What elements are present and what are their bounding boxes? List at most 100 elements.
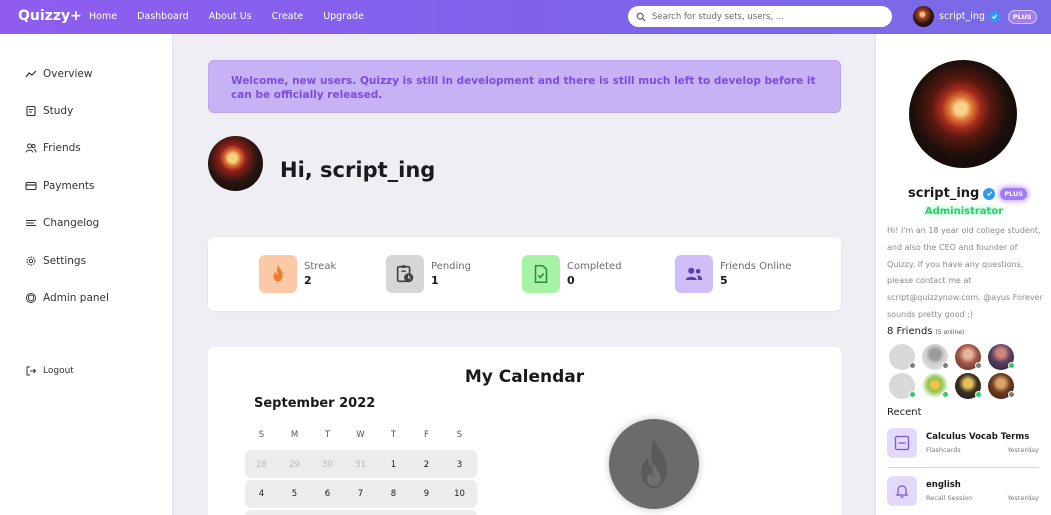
stats-card: Streak 2 Pending 1 Completed 0 Friends Onli… (208, 237, 841, 311)
bell-icon (887, 476, 917, 506)
weekday-label: W (356, 430, 365, 440)
calendar-day[interactable]: 4 (245, 489, 278, 499)
stat-completed: Completed 0 (522, 255, 622, 293)
profile-username: script_ing (908, 186, 980, 201)
stat-friends-online: Friends Online 5 (675, 255, 791, 293)
sidebar-item-overview[interactable]: Overview (25, 68, 92, 80)
divider (887, 467, 1039, 468)
stat-label: Completed (567, 261, 622, 272)
top-navbar: Quizzy+ Home Dashboard About Us Create U… (0, 0, 1051, 34)
nav-home[interactable]: Home (89, 11, 117, 22)
nav-dashboard[interactable]: Dashboard (137, 11, 189, 22)
calendar-week-row (245, 510, 477, 515)
calendar-day[interactable]: 29 (278, 460, 311, 470)
users-icon (675, 255, 713, 293)
stat-pending: Pending 1 (386, 255, 471, 293)
sidebar-item-label: Payments (43, 180, 95, 192)
calendar-day[interactable]: 31 (344, 460, 377, 470)
role-label: Administrator (924, 206, 1004, 217)
stat-value: 1 (431, 274, 439, 287)
status-dot (975, 362, 982, 369)
calendar-day[interactable]: 10 (443, 489, 476, 499)
user-menu[interactable]: script_ing PLUS (913, 6, 1037, 27)
avatar[interactable] (909, 60, 1017, 168)
logout-label: Logout (43, 366, 74, 376)
calendar-day[interactable]: 28 (245, 460, 278, 470)
calendar-card: My Calendar September 2022 S M T W T F S… (208, 347, 841, 515)
recent-item[interactable]: english Recall Session Yesterday (887, 476, 1039, 508)
avatar[interactable] (913, 6, 934, 27)
sidebar-item-label: Changelog (43, 217, 100, 229)
stat-value: 5 (720, 274, 728, 287)
greeting-title: Hi, script_ing (280, 158, 436, 182)
calendar-day[interactable]: 1 (377, 460, 410, 470)
main-nav: Home Dashboard About Us Create Upgrade (89, 11, 384, 22)
status-dot (909, 391, 916, 398)
status-dot (1008, 391, 1015, 398)
calendar-day[interactable]: 30 (311, 460, 344, 470)
file-check-icon (522, 255, 560, 293)
sidebar-item-admin-panel[interactable]: Admin panel (25, 292, 109, 304)
welcome-banner: Welcome, new users. Quizzy is still in d… (208, 60, 841, 113)
profile-bio: Hi! I'm an 18 year old college student, … (887, 226, 1043, 319)
trend-icon (25, 70, 37, 78)
sidebar-item-settings[interactable]: Settings (25, 255, 86, 267)
calendar-day[interactable]: 9 (410, 489, 443, 499)
calendar-day[interactable]: 8 (377, 489, 410, 499)
brand-logo[interactable]: Quizzy+ (18, 8, 82, 24)
calendar-day[interactable]: 3 (443, 460, 476, 470)
friends-count: 8 Friends (887, 326, 933, 337)
calendar-day[interactable]: 6 (311, 489, 344, 499)
search-bar[interactable] (628, 6, 892, 27)
sidebar-item-label: Overview (43, 68, 93, 80)
recent-heading: Recent (887, 407, 922, 418)
sidebar-item-label: Admin panel (43, 292, 109, 304)
status-dot (942, 362, 949, 369)
recent-type: Recall Session (926, 494, 973, 502)
verified-icon (983, 187, 996, 200)
users-icon (25, 143, 37, 153)
avatar (208, 136, 263, 191)
recent-date: Yesterday (1007, 494, 1039, 502)
flame-icon (641, 438, 667, 488)
calendar-month: September 2022 (254, 396, 376, 411)
stat-label: Streak (304, 261, 337, 272)
stat-value: 2 (304, 274, 312, 287)
logout-button[interactable]: Logout (25, 365, 74, 377)
search-input[interactable] (652, 11, 872, 22)
username[interactable]: script_ing (939, 11, 985, 22)
weekday-label: M (290, 430, 299, 440)
logout-icon (26, 366, 37, 376)
sidebar-item-label: Settings (43, 255, 87, 267)
status-dot (975, 391, 982, 398)
sidebar-item-study[interactable]: Study (25, 105, 73, 117)
weekday-label: T (390, 430, 397, 440)
nav-about-us[interactable]: About Us (209, 11, 252, 22)
nav-upgrade[interactable]: Upgrade (323, 11, 364, 22)
status-dot (1008, 362, 1015, 369)
friends-online-count: (5 online) (935, 329, 965, 336)
sidebar: Overview Study Friends Payments Changelo… (0, 34, 173, 515)
weekday-label: T (324, 430, 331, 440)
sidebar-item-label: Study (43, 105, 74, 117)
search-icon (636, 12, 646, 22)
status-dot (909, 362, 916, 369)
list-icon (26, 220, 36, 226)
calendar-day[interactable]: 7 (344, 489, 377, 499)
document-icon (26, 105, 36, 117)
recent-item[interactable]: Calculus Vocab Terms Flashcards Yesterda… (887, 428, 1039, 460)
sidebar-item-changelog[interactable]: Changelog (25, 217, 99, 229)
recent-type: Flashcards (926, 446, 961, 454)
nav-create[interactable]: Create (272, 11, 304, 22)
sidebar-item-payments[interactable]: Payments (25, 180, 94, 192)
weekday-label: F (424, 430, 429, 440)
flame-icon (259, 255, 297, 293)
calendar-day[interactable]: 2 (410, 460, 443, 470)
recent-date: Yesterday (1007, 446, 1039, 454)
profile-panel: script_ing PLUS Administrator Hi! I'm an… (875, 34, 1051, 515)
sidebar-item-friends[interactable]: Friends (25, 142, 81, 154)
profile-name-row: script_ing PLUS (908, 186, 1028, 201)
calendar-day[interactable]: 5 (278, 489, 311, 499)
weekday-label: S (456, 430, 463, 440)
streak-flame-badge (609, 419, 699, 509)
